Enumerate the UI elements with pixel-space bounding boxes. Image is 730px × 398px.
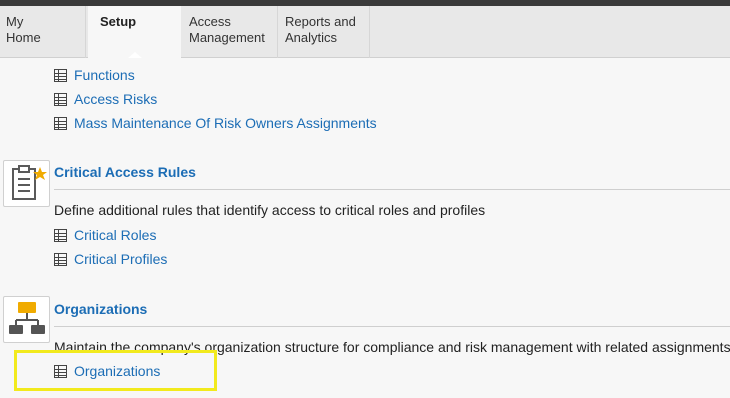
table-icon bbox=[54, 68, 67, 82]
table-icon bbox=[54, 116, 67, 130]
link-access-risks[interactable]: Access Risks bbox=[54, 90, 157, 108]
org-chart-icon bbox=[3, 296, 50, 343]
tab-access-management[interactable]: Access Management bbox=[183, 6, 278, 58]
tab-reports-and-analytics[interactable]: Reports and Analytics bbox=[279, 6, 370, 58]
table-icon bbox=[54, 364, 67, 378]
link-label[interactable]: Critical Roles bbox=[74, 227, 156, 243]
tab-bar: My Home Setup Access Management Reports … bbox=[0, 6, 730, 59]
divider bbox=[54, 189, 730, 190]
link-label[interactable]: Mass Maintenance Of Risk Owners Assignme… bbox=[74, 115, 377, 131]
link-critical-profiles[interactable]: Critical Profiles bbox=[54, 250, 167, 268]
link-organizations[interactable]: Organizations bbox=[54, 362, 160, 380]
section-description: Define additional rules that identify ac… bbox=[54, 202, 486, 218]
table-icon bbox=[54, 252, 67, 266]
link-critical-roles[interactable]: Critical Roles bbox=[54, 226, 156, 244]
link-label[interactable]: Critical Profiles bbox=[74, 251, 167, 267]
section-title-organizations[interactable]: Organizations bbox=[54, 301, 147, 317]
section-title-critical-access-rules[interactable]: Critical Access Rules bbox=[54, 164, 196, 180]
tab-my-home[interactable]: My Home bbox=[0, 6, 86, 58]
link-label[interactable]: Functions bbox=[74, 67, 135, 83]
divider bbox=[54, 326, 730, 327]
setup-content: Functions Access Risks Mass Maintenance … bbox=[0, 58, 730, 398]
link-mass-maintenance[interactable]: Mass Maintenance Of Risk Owners Assignme… bbox=[54, 114, 377, 132]
link-label[interactable]: Organizations bbox=[74, 363, 160, 379]
link-label[interactable]: Access Risks bbox=[74, 91, 157, 107]
clipboard-star-icon bbox=[3, 160, 50, 207]
section-description: Maintain the company's organization stru… bbox=[54, 339, 730, 355]
tab-setup[interactable]: Setup bbox=[88, 6, 181, 59]
table-icon bbox=[54, 92, 67, 106]
table-icon bbox=[54, 228, 67, 242]
link-functions[interactable]: Functions bbox=[54, 66, 135, 84]
